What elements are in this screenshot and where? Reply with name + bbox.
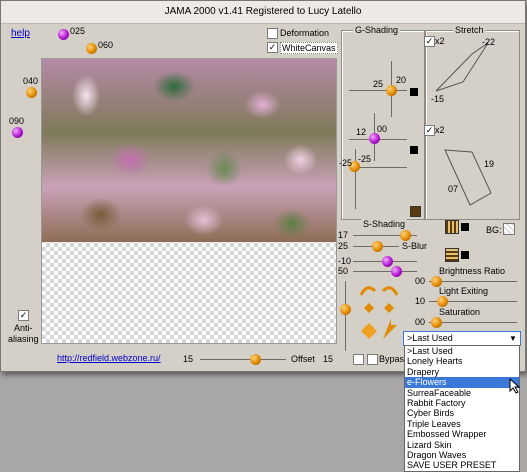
- deformation-label: Deformation: [280, 28, 330, 38]
- pattern-vertical-icon[interactable]: [445, 220, 459, 234]
- chevron-down-icon: ▼: [509, 334, 517, 343]
- light-label: Light Exiting: [439, 286, 489, 296]
- option-checkbox[interactable]: [353, 354, 364, 365]
- preset-item[interactable]: Drapery: [405, 367, 519, 377]
- saturation-knob[interactable]: [431, 317, 442, 328]
- preset-item[interactable]: Lonely Hearts: [405, 356, 519, 366]
- offset-right-value: 15: [323, 354, 334, 364]
- preset-item[interactable]: SurreaFaceable: [405, 388, 519, 398]
- sshading-color-swatch-2[interactable]: [461, 251, 469, 259]
- saturation-track[interactable]: [429, 322, 517, 323]
- light-value: 10: [415, 296, 426, 306]
- offset-slider-knob[interactable]: [250, 354, 261, 365]
- brightness-label: Brightness Ratio: [439, 266, 506, 276]
- brightness-value: 00: [415, 276, 426, 286]
- knob-060-value: 060: [98, 40, 114, 50]
- stretch-x2-bottom-checkbox[interactable]: ✓: [424, 125, 435, 136]
- whitecanvas-label: WhiteCanvas: [280, 42, 338, 54]
- gshading-2-knob[interactable]: [369, 133, 380, 144]
- gshading-3-a: -25: [339, 158, 353, 168]
- sshading-50-track[interactable]: [353, 271, 417, 272]
- gshading-1-knob[interactable]: [386, 85, 397, 96]
- preset-item[interactable]: SAVE USER PRESET: [405, 460, 519, 470]
- help-link[interactable]: help: [11, 28, 30, 39]
- sshading-m10: -10: [338, 256, 352, 266]
- knob-025-value: 025: [70, 26, 86, 36]
- gshading-2-color-swatch[interactable]: [410, 146, 418, 154]
- gshading-2-a: 12: [356, 127, 367, 137]
- bg-swatch[interactable]: [503, 223, 515, 235]
- knob-090-value: 090: [9, 116, 25, 126]
- gshading-title: G-Shading: [353, 25, 401, 35]
- light-knob[interactable]: [437, 296, 448, 307]
- whitecanvas-checkbox[interactable]: ✓: [267, 42, 278, 53]
- gshading-2-b: 00: [377, 124, 388, 134]
- gshading-3-b: -25: [358, 154, 372, 164]
- saturation-label: Saturation: [439, 307, 481, 317]
- vertical-slider-track[interactable]: [345, 281, 346, 351]
- bypass-checkbox[interactable]: [367, 354, 378, 365]
- gshading-paint-icon[interactable]: [410, 206, 421, 217]
- gshading-1-hline[interactable]: [349, 90, 407, 91]
- preset-item[interactable]: Rabbit Factory: [405, 398, 519, 408]
- website-link[interactable]: http://redfield.webzone.ru/: [57, 353, 161, 363]
- brightness-track[interactable]: [429, 281, 517, 282]
- preset-dropdown[interactable]: >Last Used ▼: [403, 331, 521, 346]
- knob-090[interactable]: [12, 127, 23, 138]
- title-bar: JAMA 2000 v1.41 Registered to Lucy Latel…: [1, 1, 525, 24]
- offset-slider-track[interactable]: [200, 359, 286, 360]
- stretch-x2-bottom-label: x2: [435, 125, 445, 135]
- texture-preview: [42, 59, 336, 242]
- offset-left-value: 15: [183, 354, 194, 364]
- deformation-checkbox[interactable]: [267, 28, 278, 39]
- sshading-m10-knob[interactable]: [382, 256, 393, 267]
- sshading-50: 50: [338, 266, 349, 276]
- transform-buttons[interactable]: [357, 281, 401, 343]
- gshading-1-color-swatch[interactable]: [410, 88, 418, 96]
- preset-item[interactable]: >Last Used: [405, 346, 519, 356]
- sshading-17: 17: [338, 230, 349, 240]
- stretch-c: 19: [484, 159, 495, 169]
- preset-item[interactable]: Lizard Skin: [405, 440, 519, 450]
- plugin-window: JAMA 2000 v1.41 Registered to Lucy Latel…: [0, 0, 526, 372]
- stretch-a: -22: [482, 37, 496, 47]
- antialiasing-label: Anti- aliasing: [8, 323, 39, 344]
- sshading-17-knob[interactable]: [400, 230, 411, 241]
- gshading-1-b: 20: [396, 75, 407, 85]
- knob-060[interactable]: [86, 43, 97, 54]
- sshading-50-knob[interactable]: [391, 266, 402, 277]
- stretch-shapes[interactable]: [425, 30, 518, 218]
- saturation-value: 00: [415, 317, 426, 327]
- sshading-25-knob[interactable]: [372, 241, 383, 252]
- preset-item[interactable]: Triple Leaves: [405, 419, 519, 429]
- sshading-color-swatch[interactable]: [461, 223, 469, 231]
- preset-selected: >Last Used: [407, 333, 453, 343]
- gshading-1-a: 25: [373, 79, 384, 89]
- preset-item[interactable]: e-Flowers: [405, 377, 519, 388]
- knob-025[interactable]: [58, 29, 69, 40]
- antialiasing-checkbox[interactable]: ✓: [18, 310, 29, 321]
- offset-label: Offset: [291, 354, 315, 364]
- preset-item[interactable]: Cyber Birds: [405, 408, 519, 418]
- stretch-d: 07: [448, 184, 459, 194]
- preset-item[interactable]: Dragon Waves: [405, 450, 519, 460]
- window-title: JAMA 2000 v1.41 Registered to Lucy Latel…: [164, 6, 362, 17]
- preset-list[interactable]: >Last Used Lonely Hearts Drapery e-Flowers S…: [404, 345, 520, 472]
- sshading-title: S-Shading: [361, 219, 408, 229]
- pattern-horizontal-icon[interactable]: [445, 248, 459, 262]
- sblur-label: S-Blur: [402, 241, 428, 251]
- bg-label: BG:: [486, 225, 502, 235]
- vertical-slider-knob[interactable]: [340, 304, 351, 315]
- knob-040-value: 040: [23, 76, 39, 86]
- knob-040[interactable]: [26, 87, 37, 98]
- gshading-3-vline[interactable]: [355, 149, 356, 209]
- preset-item[interactable]: Embossed Wrapper: [405, 429, 519, 439]
- preview-canvas[interactable]: [41, 58, 337, 344]
- stretch-b: -15: [431, 94, 445, 104]
- mouse-cursor-icon: [509, 378, 521, 394]
- sshading-25: 25: [338, 241, 349, 251]
